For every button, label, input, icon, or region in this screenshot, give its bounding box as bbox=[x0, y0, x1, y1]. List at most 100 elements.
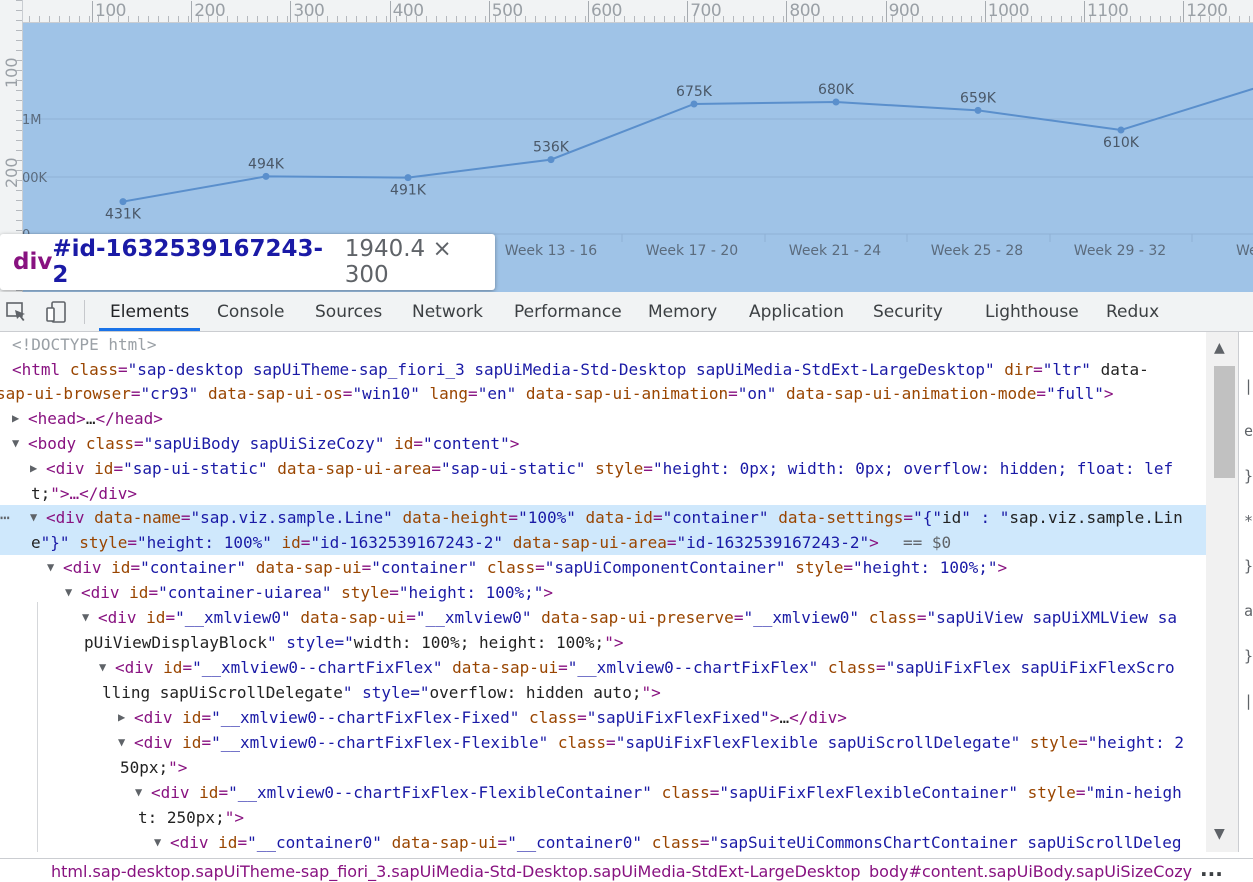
scroll-up-icon[interactable]: ▲ bbox=[1214, 340, 1225, 356]
x-axis-label: Week 21 - 24 bbox=[789, 243, 881, 259]
breadcrumb-html[interactable]: html.sap-desktop.sapUiTheme-sap_fiori_3.… bbox=[51, 862, 861, 881]
ruler-label: 100 bbox=[95, 1, 126, 21]
ruler-minor-tick bbox=[16, 100, 22, 101]
ruler-minor-tick bbox=[16, 40, 22, 41]
ruler-minor-tick bbox=[16, 200, 22, 201]
ruler-minor-tick bbox=[68, 16, 70, 22]
tree-row[interactable]: ▼ <div id="__xmlview0--chartFixFlex" data… bbox=[0, 655, 1206, 680]
ruler-minor-tick bbox=[296, 16, 298, 22]
ruler-minor-tick bbox=[485, 16, 487, 22]
ruler-minor-tick bbox=[554, 16, 556, 22]
tab-application[interactable]: Application bbox=[738, 292, 855, 331]
tree-row[interactable]: lling sapUiScrollDelegate" style="overfl… bbox=[0, 680, 1206, 705]
side-panel-glyph: e bbox=[1244, 422, 1253, 440]
tab-elements[interactable]: Elements bbox=[99, 292, 201, 331]
ruler-minor-tick bbox=[663, 16, 665, 22]
tab-lighthouse[interactable]: Lighthouse bbox=[974, 292, 1090, 331]
tree-row-text: <html class="sap-desktop sapUiTheme-sap_… bbox=[12, 360, 1149, 379]
ruler-minor-tick bbox=[88, 16, 90, 22]
elements-scrollbar[interactable]: ▲ ▼ bbox=[1206, 332, 1238, 852]
tree-row[interactable]: 50px;"> bbox=[0, 755, 1206, 780]
row-menu-icon[interactable]: ⋯ bbox=[0, 505, 10, 530]
elements-tree[interactable]: <!DOCTYPE html> <html class="sap-desktop … bbox=[0, 332, 1206, 852]
ruler-label: 700 bbox=[690, 1, 722, 21]
collapse-arrow-icon[interactable]: ▼ bbox=[30, 505, 37, 530]
ruler-major-tick bbox=[588, 1, 589, 22]
tree-row[interactable]: ▼ <div id="__xmlview0--chartFixFlex-Flexi… bbox=[0, 730, 1206, 755]
tree-row[interactable]: ▶ <head>…</head> bbox=[0, 406, 1206, 431]
tree-row[interactable]: ▼ <body class="sapUiBody sapUiSizeCozy" i… bbox=[0, 431, 1206, 456]
tab-redux[interactable]: Redux bbox=[1095, 292, 1170, 331]
breadcrumb-body[interactable]: body#content.sapUiBody.sapUiSizeCozy bbox=[869, 862, 1192, 881]
collapse-arrow-icon[interactable]: ▼ bbox=[154, 830, 161, 852]
ruler-minor-tick bbox=[961, 16, 963, 22]
ruler-minor-tick bbox=[525, 16, 526, 22]
tab-console[interactable]: Console bbox=[206, 292, 296, 331]
ruler-minor-tick bbox=[366, 16, 368, 22]
tree-row[interactable]: ▼ <div id="container" data-sap-ui="contai… bbox=[0, 555, 1206, 580]
tree-row[interactable]: ▼ <div id="__xmlview0" data-sap-ui="__xml… bbox=[0, 605, 1206, 630]
tree-row[interactable]: pUiViewDisplayBlock" style="width: 100%;… bbox=[0, 630, 1206, 655]
tree-row[interactable]: sap-ui-browser="cr93" data-sap-ui-os="wi… bbox=[0, 381, 1206, 406]
collapse-arrow-icon[interactable]: ▼ bbox=[47, 555, 54, 580]
tab-memory[interactable]: Memory bbox=[637, 292, 728, 331]
tab-network[interactable]: Network bbox=[401, 292, 494, 331]
expand-arrow-icon[interactable]: ▶ bbox=[12, 406, 19, 431]
ruler-minor-tick bbox=[604, 16, 606, 22]
tab-sources[interactable]: Sources bbox=[304, 292, 393, 331]
tree-row[interactable]: <html class="sap-desktop sapUiTheme-sap_… bbox=[0, 357, 1206, 382]
tree-row-text: <div data-name="sap.viz.sample.Line" dat… bbox=[46, 508, 1183, 527]
scroll-down-icon[interactable]: ▼ bbox=[1214, 826, 1225, 842]
ruler-minor-tick bbox=[1120, 16, 1122, 22]
inspect-element-icon[interactable] bbox=[5, 300, 29, 324]
selected-tree-row[interactable]: ▼ <div data-name="sap.viz.sample.Line" da… bbox=[0, 505, 1206, 530]
ruler-minor-tick bbox=[1080, 16, 1082, 22]
ruler-label: 1000 bbox=[987, 1, 1030, 21]
styles-side-panel[interactable]: | e} *} a} | bbox=[1238, 332, 1253, 852]
ruler-minor-tick bbox=[16, 290, 22, 291]
collapse-arrow-icon[interactable]: ▼ bbox=[65, 580, 72, 605]
tree-row[interactable]: t: 250px;"> bbox=[0, 805, 1206, 830]
collapse-arrow-icon[interactable]: ▼ bbox=[12, 431, 19, 456]
tree-row[interactable]: ▼ <div id="__container0" data-sap-ui="__c… bbox=[0, 830, 1206, 852]
ruler-minor-tick bbox=[38, 16, 40, 22]
ruler-minor-tick bbox=[1011, 16, 1013, 22]
tree-row[interactable]: ▼ <div id="container-uiarea" style="heigh… bbox=[0, 580, 1206, 605]
tree-row-text: e"}" style="height: 100%" id="id-1632539… bbox=[31, 533, 879, 552]
devtools-tab-bar: Elements Console Sources Network Perform… bbox=[0, 292, 1253, 332]
ruler-minor-tick bbox=[16, 20, 22, 21]
ruler-minor-tick bbox=[693, 16, 695, 22]
ruler-minor-tick bbox=[733, 16, 735, 22]
tab-performance[interactable]: Performance bbox=[503, 292, 633, 331]
collapse-arrow-icon[interactable]: ▼ bbox=[118, 730, 125, 755]
selected-tree-row[interactable]: e"}" style="height: 100%" id="id-1632539… bbox=[0, 530, 1206, 555]
tab-security[interactable]: Security bbox=[862, 292, 954, 331]
device-toolbar-icon[interactable] bbox=[44, 300, 68, 324]
expand-arrow-icon[interactable]: ▶ bbox=[30, 456, 37, 481]
scrollbar-thumb[interactable] bbox=[1214, 366, 1235, 478]
selected-node-marker: == $0 bbox=[903, 533, 952, 552]
ruler-minor-tick bbox=[534, 16, 536, 22]
tree-row[interactable]: <!DOCTYPE html> bbox=[0, 332, 1206, 357]
more-icon[interactable]: ... bbox=[1200, 859, 1223, 881]
ruler-minor-tick bbox=[723, 16, 725, 22]
collapse-arrow-icon[interactable]: ▼ bbox=[82, 605, 89, 630]
ruler-minor-tick bbox=[16, 230, 22, 231]
ruler-minor-tick bbox=[138, 16, 140, 22]
ruler-minor-tick bbox=[624, 16, 626, 22]
expand-arrow-icon[interactable]: ▶ bbox=[118, 705, 125, 730]
ruler-major-tick bbox=[389, 1, 391, 22]
collapse-arrow-icon[interactable]: ▼ bbox=[99, 655, 106, 680]
ruler-minor-tick bbox=[584, 16, 586, 22]
ruler-minor-tick bbox=[1249, 16, 1251, 22]
ruler-minor-tick bbox=[683, 16, 685, 22]
tree-row[interactable]: ▼ <div id="__xmlview0--chartFixFlex-Flexi… bbox=[0, 780, 1206, 805]
tree-row[interactable]: ▶ <div id="sap-ui-static" data-sap-ui-are… bbox=[0, 456, 1206, 481]
ruler-minor-tick bbox=[16, 30, 22, 31]
collapse-arrow-icon[interactable]: ▼ bbox=[135, 780, 142, 805]
tree-row[interactable]: t;">…</div> bbox=[0, 481, 1206, 506]
tree-row-text: <div id="container" data-sap-ui="contain… bbox=[63, 558, 1008, 577]
data-point bbox=[1117, 126, 1125, 134]
ruler-minor-tick bbox=[465, 16, 467, 22]
tree-row[interactable]: ▶ <div id="__xmlview0--chartFixFlex-Fixed… bbox=[0, 705, 1206, 730]
